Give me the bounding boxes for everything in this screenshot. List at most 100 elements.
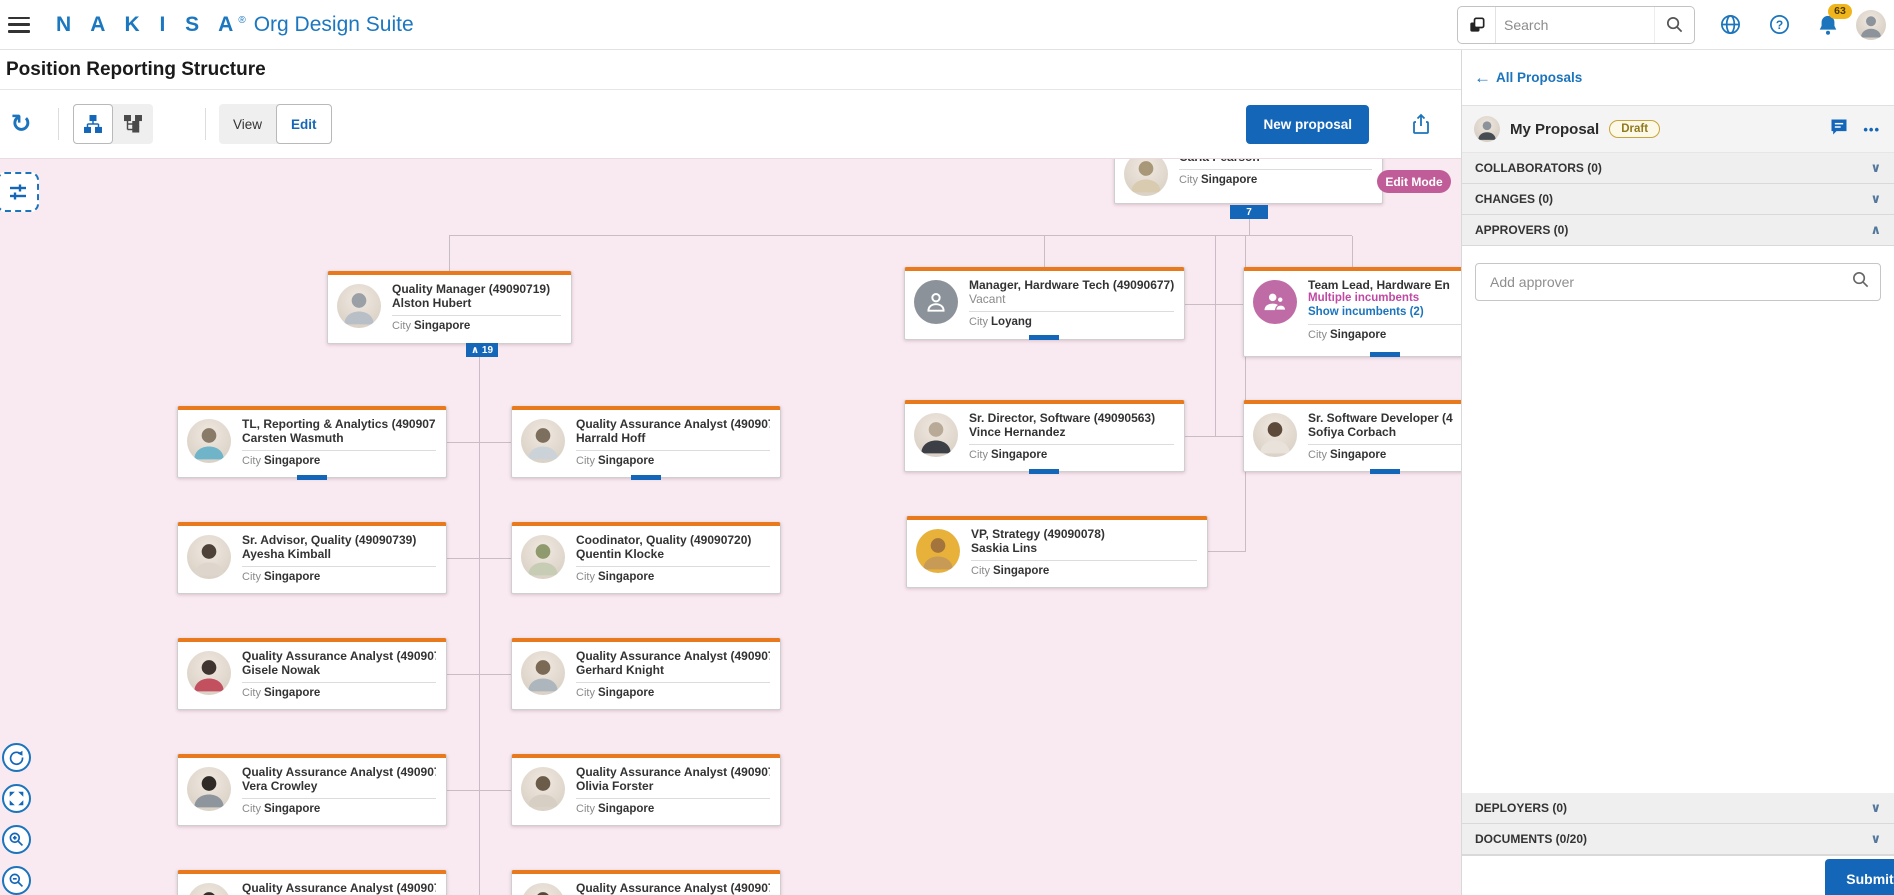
svg-text:?: ?	[1775, 18, 1782, 32]
connector	[1249, 219, 1250, 235]
card-name: Quentin Klocke	[576, 547, 665, 561]
proposal-header-row: My Proposal Draft •••	[1462, 106, 1894, 153]
show-incumbents-link[interactable]: Show incumbents (2)	[1308, 305, 1461, 319]
search-input[interactable]	[1496, 16, 1654, 33]
position-card-manager-hardware[interactable]: Manager, Hardware Tech (49090677) Vacant…	[904, 267, 1185, 340]
card-city: City Singapore	[576, 687, 655, 699]
vertical-layout-button[interactable]	[73, 104, 113, 144]
chevron-down-icon: ∨	[1870, 831, 1881, 846]
edit-mode-button[interactable]: Edit	[276, 104, 332, 144]
card-scroll-indicator	[1029, 469, 1059, 474]
card-divider	[242, 450, 436, 451]
connector	[1185, 436, 1243, 437]
position-card-qa-49090730[interactable]: Quality Assurance Analyst (49090730) Har…	[511, 406, 781, 478]
proposal-status-badge: Draft	[1609, 120, 1661, 138]
app-logo: N A K I S A ® Org Design Suite	[56, 13, 414, 37]
avatar	[521, 651, 565, 695]
back-arrow-icon: ←	[1474, 67, 1491, 87]
position-card-qa-49090724[interactable]: Quality Assurance Analyst (49090724) Ger…	[511, 638, 781, 710]
connector-left-spine	[479, 344, 480, 895]
comments-icon[interactable]	[1829, 117, 1849, 142]
card-title: Quality Assurance Analyst (49090727)	[242, 881, 436, 895]
card-title: VP, Strategy (49090078)	[971, 527, 1105, 541]
multiple-incumbents-avatar-icon	[1253, 280, 1297, 324]
share-icon[interactable]	[1409, 112, 1433, 136]
zoom-out-button[interactable]	[2, 866, 31, 895]
card-city: City Singapore	[969, 449, 1048, 461]
user-avatar[interactable]	[1856, 9, 1886, 40]
edit-mode-badge: Edit Mode	[1377, 170, 1451, 193]
position-card-tl-reporting[interactable]: TL, Reporting & Analytics (49090713) Car…	[177, 406, 447, 478]
position-card-sr-director[interactable]: Sr. Director, Software (49090563) Vince …	[904, 400, 1185, 472]
card-divider	[576, 798, 770, 799]
position-card-qa-49090722[interactable]: Quality Assurance Analyst (49090722) Oli…	[511, 754, 781, 826]
connector	[449, 236, 450, 271]
approver-search-icon[interactable]	[1851, 270, 1870, 294]
all-proposals-back-link[interactable]: ← All Proposals	[1462, 50, 1894, 106]
card-name: Sofiya Corbach	[1308, 425, 1397, 439]
card-title: TL, Reporting & Analytics (49090713)	[242, 417, 436, 431]
page-title-bar: Position Reporting Structure	[0, 50, 1461, 90]
help-icon[interactable]: ?	[1767, 13, 1791, 37]
card-city: City Singapore	[242, 687, 321, 699]
notification-count-badge: 63	[1828, 3, 1852, 19]
horizontal-layout-button[interactable]	[113, 104, 153, 144]
position-card-qa-49090727[interactable]: Quality Assurance Analyst (49090727)	[177, 870, 447, 895]
position-card-quality-manager[interactable]: Quality Manager (49090719) Alston Hubert…	[327, 271, 572, 344]
card-title: Manager, Hardware Tech (49090677)	[969, 278, 1174, 292]
position-card-coordinator[interactable]: Coodinator, Quality (49090720) Quentin K…	[511, 522, 781, 594]
deployers-section-header[interactable]: DEPLOYERS (0) ∨	[1462, 793, 1894, 824]
main-area: Position Reporting Structure ↻ View Edit…	[0, 50, 1461, 895]
search-icon[interactable]	[1654, 6, 1694, 43]
avatar	[914, 413, 958, 457]
position-card-qa-49090723[interactable]: Quality Assurance Analyst (49090723) Gis…	[177, 638, 447, 710]
connector	[1208, 551, 1245, 552]
zoom-in-button[interactable]	[2, 825, 31, 854]
chevron-down-icon: ∨	[1870, 160, 1881, 175]
refresh-icon[interactable]: ↻	[8, 111, 34, 137]
position-card-root[interactable]: Carla Pearson City Singapore	[1114, 159, 1383, 204]
menu-icon[interactable]	[8, 16, 30, 33]
scope-layers-icon[interactable]	[1458, 6, 1496, 43]
card-city: City Singapore	[576, 803, 655, 815]
card-title: Quality Assurance Analyst (49090730)	[576, 417, 770, 431]
children-count-badge[interactable]: 7	[1230, 205, 1268, 219]
more-options-icon[interactable]: •••	[1863, 122, 1880, 137]
fit-to-screen-button[interactable]	[2, 784, 31, 813]
filter-settings-button[interactable]	[0, 172, 39, 212]
documents-section-header[interactable]: DOCUMENTS (0/20) ∨	[1462, 824, 1894, 855]
avatar	[187, 535, 231, 579]
position-card-vp-strategy[interactable]: VP, Strategy (49090078) Saskia Lins City…	[906, 516, 1208, 588]
avatar	[521, 535, 565, 579]
card-name: Alston Hubert	[392, 296, 472, 310]
submit-button[interactable]: Submit	[1825, 859, 1894, 895]
avatar	[1253, 413, 1297, 457]
card-scroll-indicator	[1370, 352, 1400, 357]
collapse-count-badge[interactable]: ∧ 19	[466, 343, 498, 357]
card-divider	[969, 311, 1174, 312]
toolbar-divider	[58, 108, 59, 140]
position-card-team-lead-hardware[interactable]: Team Lead, Hardware En Multiple incumben…	[1243, 267, 1461, 357]
connector-rail	[449, 235, 1352, 236]
position-card-qa-49090728[interactable]: Quality Assurance Analyst (49090728)	[511, 870, 781, 895]
connector	[1352, 236, 1353, 267]
language-globe-icon[interactable]	[1718, 13, 1742, 37]
notifications-bell-icon[interactable]: 63	[1816, 3, 1852, 37]
changes-section-header[interactable]: CHANGES (0) ∨	[1462, 184, 1894, 215]
add-approver-input[interactable]	[1488, 273, 1851, 291]
approvers-section-header[interactable]: APPROVERS (0) ∧	[1462, 215, 1894, 246]
card-divider	[576, 566, 770, 567]
reset-orientation-button[interactable]	[2, 743, 31, 772]
card-scroll-indicator	[297, 475, 327, 480]
card-divider	[1179, 169, 1372, 170]
brand-name: N A K I S A	[56, 12, 241, 36]
view-mode-button[interactable]: View	[219, 104, 276, 144]
card-city: City Loyang	[969, 316, 1032, 328]
position-card-sr-software-dev[interactable]: Sr. Software Developer (4 Sofiya Corbach…	[1243, 400, 1461, 472]
new-proposal-button[interactable]: New proposal	[1246, 104, 1369, 144]
collaborators-section-header[interactable]: COLLABORATORS (0) ∨	[1462, 153, 1894, 184]
position-card-qa-49090721[interactable]: Quality Assurance Analyst (49090721) Ver…	[177, 754, 447, 826]
position-card-sr-advisor[interactable]: Sr. Advisor, Quality (49090739) Ayesha K…	[177, 522, 447, 594]
card-divider	[242, 566, 436, 567]
org-chart-canvas[interactable]: Carla Pearson City Singapore 7 Edit Mode…	[0, 158, 1461, 895]
